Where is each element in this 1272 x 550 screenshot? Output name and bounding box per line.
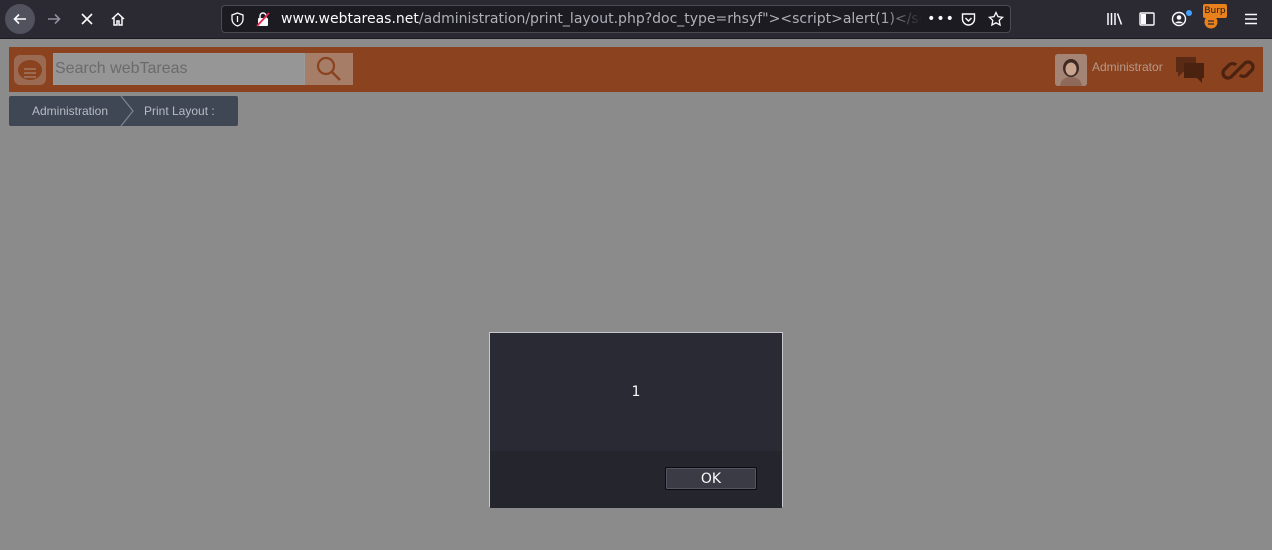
breadcrumb-administration[interactable]: Administration	[32, 96, 108, 126]
hamburger-menu-icon[interactable]	[1241, 9, 1261, 29]
stop-loading-icon[interactable]	[72, 5, 102, 33]
chevron-right-icon	[120, 96, 134, 126]
insecure-lock-icon[interactable]	[255, 11, 271, 27]
logo-line	[24, 76, 36, 78]
home-icon[interactable]	[103, 5, 133, 33]
url-fade	[882, 8, 922, 30]
ok-button[interactable]: OK	[665, 467, 757, 490]
dialog-footer: OK	[490, 451, 782, 508]
back-arrow-icon[interactable]	[5, 4, 35, 34]
bookmark-star-icon[interactable]	[988, 11, 1004, 27]
search-field[interactable]	[53, 53, 305, 85]
pocket-icon[interactable]	[960, 11, 976, 27]
search-button[interactable]	[305, 53, 353, 85]
chat-icon[interactable]	[1174, 53, 1206, 87]
search-icon	[316, 56, 341, 81]
browser-toolbar: www.webtareas.net/administration/print_l…	[0, 0, 1272, 39]
burp-badge: Burp	[1203, 4, 1227, 18]
search-input[interactable]	[54, 54, 304, 84]
logo-line	[24, 72, 36, 74]
url-host: www.webtareas.net	[281, 11, 419, 27]
dialog-body: 1	[490, 333, 782, 451]
forward-arrow-icon[interactable]	[39, 5, 69, 33]
breadcrumb-print-layout: Print Layout :	[144, 104, 215, 118]
library-icon[interactable]	[1105, 9, 1125, 29]
breadcrumb: Administration Print Layout :	[9, 96, 238, 126]
url-text[interactable]: www.webtareas.net/administration/print_l…	[281, 11, 921, 29]
dialog-message: 1	[631, 384, 641, 400]
url-path: /administration/print_layout.php?doc_typ…	[418, 11, 921, 27]
sidebar-icon[interactable]	[1137, 9, 1157, 29]
page-actions-more-icon[interactable]: •••	[927, 11, 954, 27]
link-icon[interactable]	[1221, 53, 1255, 87]
alert-dialog: 1 OK	[489, 332, 783, 508]
notification-dot	[1186, 10, 1192, 16]
logo-line	[24, 68, 36, 70]
user-name[interactable]: Administrator	[1092, 60, 1163, 74]
avatar[interactable]	[1055, 54, 1087, 86]
tracking-shield-icon[interactable]	[229, 11, 245, 27]
url-bar[interactable]: www.webtareas.net/administration/print_l…	[221, 5, 1011, 33]
app-header: Administrator	[9, 47, 1263, 92]
webtareas-logo-icon[interactable]	[14, 55, 46, 85]
